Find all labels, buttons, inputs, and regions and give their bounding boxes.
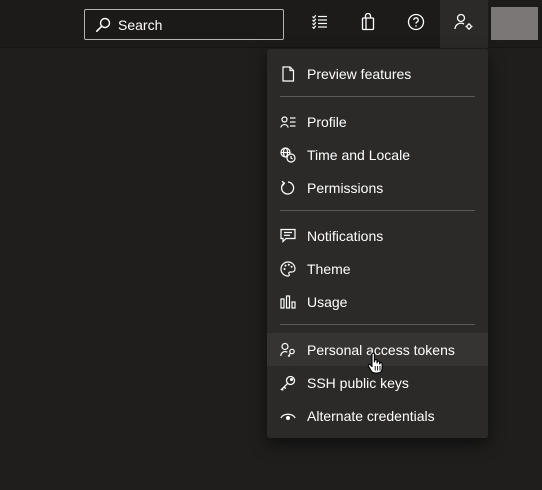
menu-item-preview-features[interactable]: Preview features <box>267 57 488 90</box>
menu-item-personal-access-tokens[interactable]: Personal access tokens <box>267 333 488 366</box>
bar-chart-icon <box>280 294 296 310</box>
search-box[interactable]: Search <box>84 9 284 40</box>
search-placeholder: Search <box>118 16 163 33</box>
eye-icon <box>280 408 296 424</box>
menu-item-alternate-credentials[interactable]: Alternate credentials <box>267 399 488 432</box>
menu-divider <box>280 96 475 97</box>
key-icon <box>280 375 296 391</box>
chat-bubble-icon <box>280 228 296 244</box>
menu-item-notifications[interactable]: Notifications <box>267 219 488 252</box>
user-settings-menu: Preview features Profile Time and Locale… <box>267 49 488 438</box>
person-key-icon <box>280 342 296 358</box>
menu-item-ssh-public-keys[interactable]: SSH public keys <box>267 366 488 399</box>
menu-item-theme[interactable]: Theme <box>267 252 488 285</box>
menu-item-permissions[interactable]: Permissions <box>267 171 488 204</box>
menu-item-time-and-locale[interactable]: Time and Locale <box>267 138 488 171</box>
menu-item-usage[interactable]: Usage <box>267 285 488 318</box>
menu-divider <box>280 210 475 211</box>
help-icon <box>407 13 425 36</box>
marketplace-button[interactable] <box>344 0 392 48</box>
profile-card-icon <box>280 114 296 130</box>
menu-item-profile[interactable]: Profile <box>267 105 488 138</box>
menu-divider <box>280 324 475 325</box>
user-settings-button[interactable] <box>440 0 488 48</box>
top-bar: Search <box>0 0 542 48</box>
refresh-arrow-icon <box>280 180 296 196</box>
checklist-icon <box>311 14 329 35</box>
search-icon <box>94 16 112 34</box>
palette-icon <box>280 260 296 277</box>
avatar[interactable] <box>491 7 538 40</box>
work-items-button[interactable] <box>296 0 344 48</box>
help-button[interactable] <box>392 0 440 48</box>
user-settings-icon <box>454 13 474 36</box>
page-icon <box>280 65 296 82</box>
shopping-bag-icon <box>360 12 376 36</box>
globe-clock-icon <box>280 146 296 163</box>
